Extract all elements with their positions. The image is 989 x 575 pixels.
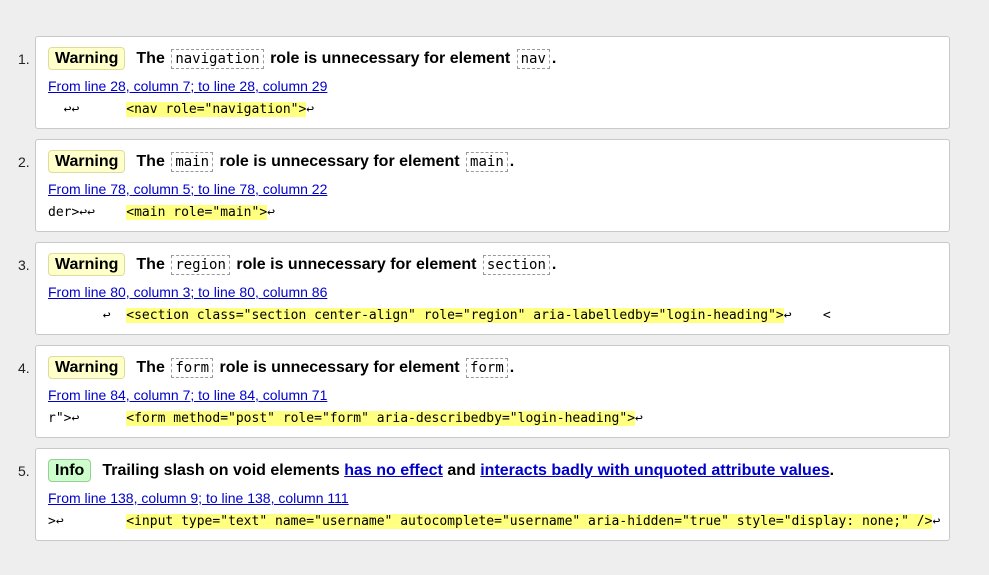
message-number: 4. <box>18 360 30 376</box>
message-number: 5. <box>18 463 30 479</box>
message-text: The <box>136 152 165 170</box>
message-2: 2. Warning The main role is unnecessary … <box>18 139 950 232</box>
message-heading: Warning The region role is unnecessary f… <box>48 253 556 276</box>
message-1: 1. Warning The navigation role is unnece… <box>18 36 950 129</box>
message-heading: Warning The main role is unnecessary for… <box>48 150 514 173</box>
message-3: 3. Warning The region role is unnecessar… <box>18 242 950 335</box>
warning-badge: Warning <box>48 150 126 173</box>
info-badge: Info <box>48 459 92 482</box>
message-5: 5. Info Trailing slash on void elements … <box>18 448 950 541</box>
message-number: 3. <box>18 257 30 273</box>
warning-badge: Warning <box>48 356 126 379</box>
message-text: role is unnecessary for element <box>219 152 460 170</box>
extract-highlight: <main role="main"> <box>126 205 268 220</box>
attribute-code: region <box>171 254 230 275</box>
element-code: nav <box>516 48 550 69</box>
extract-before: ↩ <box>48 308 127 323</box>
message-suffix: . <box>551 255 557 273</box>
message-suffix: . <box>829 461 835 479</box>
message-heading: Warning The form role is unnecessary for… <box>48 356 514 379</box>
element-code: form <box>466 357 508 378</box>
message-text: role is unnecessary for element <box>219 358 460 376</box>
location-link[interactable]: From line 28, column 7; to line 28, colu… <box>48 78 327 94</box>
extract-before: >↩ <box>48 514 127 529</box>
code-extract: >↩ <input type="text" name="username" au… <box>48 514 940 529</box>
extract-after: ↩ < <box>783 308 831 323</box>
code-extract: ↩↩ <nav role="navigation">↩ <box>48 102 314 117</box>
message-text: role is unnecessary for element <box>270 49 511 67</box>
unquoted-attributes-link[interactable]: interacts badly with unquoted attribute … <box>480 462 829 480</box>
element-code: section <box>482 254 550 275</box>
validation-results: 1. Warning The navigation role is unnece… <box>0 0 989 575</box>
message-number: 1. <box>18 51 30 67</box>
location-link[interactable]: From line 78, column 5; to line 78, colu… <box>48 181 327 197</box>
extract-highlight: <form method="post" role="form" aria-des… <box>126 411 636 426</box>
message-suffix: . <box>551 49 557 67</box>
message-text: The <box>136 255 165 273</box>
message-4: 4. Warning The form role is unnecessary … <box>18 345 950 438</box>
message-heading: Warning The navigation role is unnecessa… <box>48 47 556 70</box>
extract-after: ↩ <box>635 411 643 426</box>
message-number: 2. <box>18 154 30 170</box>
extract-highlight: <section class="section center-align" ro… <box>126 308 784 323</box>
message-text: role is unnecessary for element <box>236 255 477 273</box>
extract-before: ↩↩ <box>48 102 127 117</box>
code-extract: der>↩↩ <main role="main">↩ <box>48 205 275 220</box>
element-code: main <box>466 151 508 172</box>
warning-badge: Warning <box>48 47 126 70</box>
message-text: The <box>136 49 165 67</box>
attribute-code: main <box>171 151 214 172</box>
location-link[interactable]: From line 84, column 7; to line 84, colu… <box>48 387 327 403</box>
message-suffix: . <box>509 358 515 376</box>
warning-badge: Warning <box>48 253 126 276</box>
message-text: The <box>136 358 165 376</box>
message-text: Trailing slash on void elements <box>102 461 340 479</box>
extract-after: ↩ <box>932 514 941 529</box>
message-text: and <box>447 461 476 479</box>
attribute-code: form <box>171 357 214 378</box>
attribute-code: navigation <box>171 48 264 69</box>
location-link[interactable]: From line 138, column 9; to line 138, co… <box>48 490 349 506</box>
extract-before: der>↩↩ <box>48 205 127 220</box>
code-extract: ↩ <section class="section center-align" … <box>48 308 831 323</box>
location-link[interactable]: From line 80, column 3; to line 80, colu… <box>48 284 327 300</box>
message-suffix: . <box>509 152 515 170</box>
extract-after: ↩ <box>267 205 275 220</box>
code-extract: r">↩ <form method="post" role="form" ari… <box>48 411 643 426</box>
message-heading: Info Trailing slash on void elements has… <box>48 459 834 482</box>
extract-before: r">↩ <box>48 411 127 426</box>
extract-after: ↩ <box>306 102 315 117</box>
extract-highlight: <input type="text" name="username" autoc… <box>126 514 933 529</box>
has-no-effect-link[interactable]: has no effect <box>344 462 443 480</box>
extract-highlight: <nav role="navigation"> <box>126 102 307 117</box>
